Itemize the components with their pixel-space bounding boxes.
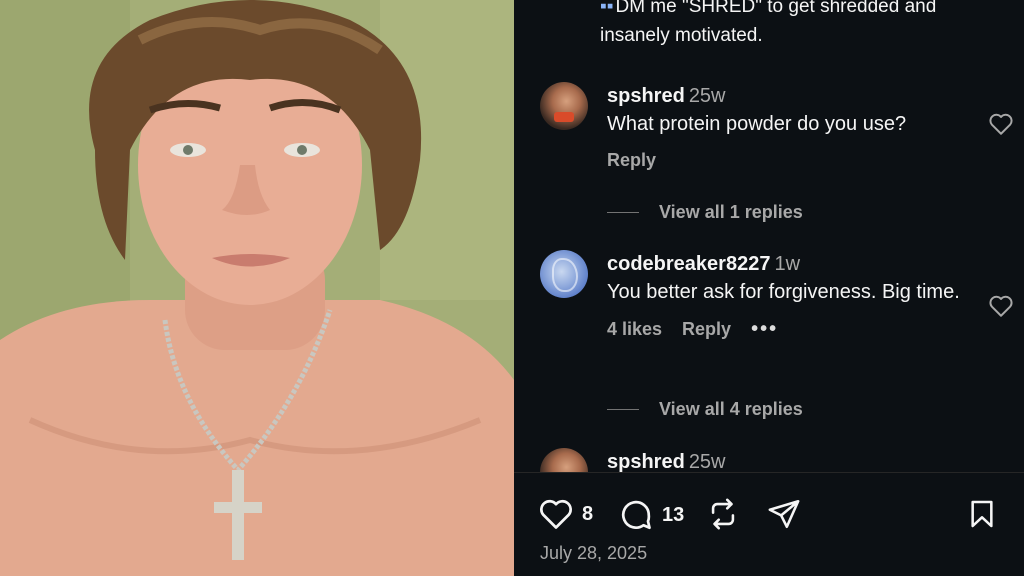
reply-button[interactable]: Reply: [607, 150, 656, 171]
comments-list[interactable]: ▪▪ DM me "SHRED" to get shredded and insa…: [514, 0, 1024, 472]
post-caption: ▪▪ DM me "SHRED" to get shredded and insa…: [600, 0, 1010, 50]
heart-icon[interactable]: [988, 294, 1014, 318]
comment-button[interactable]: 13: [618, 497, 684, 533]
caption-line-1: DM me "SHRED" to get shredded and: [615, 0, 937, 17]
reply-button[interactable]: Reply: [682, 319, 731, 340]
heart-icon: [540, 499, 572, 529]
repost-icon: [711, 498, 735, 530]
heart-icon[interactable]: [988, 112, 1014, 136]
comment-text: What protein powder do you use?: [607, 113, 907, 135]
avatar[interactable]: [540, 250, 588, 298]
paper-plane-icon: [768, 499, 800, 529]
bookmark-icon: [971, 500, 993, 528]
caption-line-2: insanely motivated.: [600, 25, 763, 46]
comment-text: You better ask for forgiveness. Big time…: [607, 281, 960, 303]
comment-item: spshred 25w: [538, 448, 1008, 472]
more-options-icon[interactable]: •••: [751, 318, 778, 341]
view-replies-label: View all 1 replies: [659, 202, 803, 222]
avatar[interactable]: [540, 448, 588, 472]
comment-time: 25w: [688, 451, 726, 472]
comment-item: spshred 25w What protein powder do you us…: [538, 82, 1013, 182]
comment-item: codebreaker8227 1w You better ask for for…: [538, 250, 1013, 380]
replies-divider: [607, 409, 639, 410]
post-details-panel: ▪▪ DM me "SHRED" to get shredded and insa…: [514, 0, 1024, 576]
view-replies-button[interactable]: View all 4 replies: [607, 399, 803, 420]
emoji-icon: ▪▪: [600, 0, 614, 17]
replies-divider: [607, 212, 639, 213]
comment-count: 13: [662, 503, 685, 526]
post-media[interactable]: [0, 0, 514, 576]
like-button[interactable]: 8: [538, 497, 593, 531]
post-video-frame: [0, 0, 514, 576]
post-action-bar: 8 13 July 28, 2025: [514, 472, 1024, 576]
post-date: July 28, 2025: [540, 543, 648, 563]
like-count: 8: [582, 502, 594, 525]
comment-username[interactable]: codebreaker8227: [607, 253, 770, 275]
comment-bubble-icon: [621, 500, 651, 530]
avatar[interactable]: [540, 82, 588, 130]
comment-time: 25w: [688, 85, 726, 107]
comment-username[interactable]: spshred: [607, 85, 685, 107]
save-button[interactable]: [966, 497, 998, 531]
comment-time: 1w: [774, 253, 801, 275]
repost-button[interactable]: [706, 497, 740, 531]
likes-count[interactable]: 4 likes: [607, 319, 662, 340]
share-button[interactable]: [766, 497, 802, 531]
view-replies-label: View all 4 replies: [659, 399, 803, 419]
comment-username[interactable]: spshred: [607, 451, 685, 472]
view-replies-button[interactable]: View all 1 replies: [607, 202, 803, 223]
